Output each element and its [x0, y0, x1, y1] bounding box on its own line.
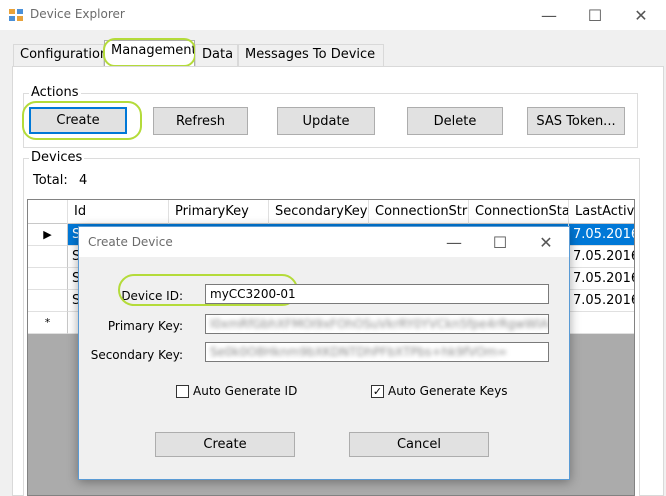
tab-data[interactable]: Data [195, 44, 238, 66]
primary-key-value: l0xmRfGbhXFMOI9xFOhOSuVkrRY0YVCkn5fpe4rR… [210, 317, 549, 331]
check-icon: ✓ [372, 385, 383, 398]
secondary-key-value: Se0k0O8Hknm9bXKDNTDhPFbXTPbs+hk9fVOm= [210, 345, 508, 359]
auto-generate-keys-checkbox[interactable]: ✓ [371, 385, 384, 398]
sas-token-button[interactable]: SAS Token... [527, 107, 625, 135]
dialog-maximize-button[interactable]: ☐ [477, 227, 523, 257]
delete-button[interactable]: Delete [407, 107, 503, 135]
column-header[interactable]: LastActivit [569, 200, 634, 224]
close-icon: ✕ [539, 232, 553, 252]
grid-corner[interactable] [28, 200, 68, 224]
tab-configuration[interactable]: Configuration [13, 44, 108, 66]
close-button[interactable]: ✕ [618, 0, 664, 30]
create-device-dialog: Create Device — ☐ ✕ Device ID: myCC3200-… [78, 226, 570, 480]
column-header[interactable]: PrimaryKey [169, 200, 269, 224]
cell-last-activity[interactable]: 7.05.2016 1 [569, 268, 634, 290]
column-header[interactable]: ConnectionStat [469, 200, 569, 224]
column-header[interactable]: Id [68, 200, 169, 224]
tab-messages-to-device[interactable]: Messages To Device [238, 44, 384, 66]
dialog-cancel-button[interactable]: Cancel [349, 432, 489, 457]
maximize-button[interactable]: ☐ [572, 0, 618, 30]
create-button-highlight [22, 101, 142, 140]
maximize-icon: ☐ [492, 232, 508, 252]
row-header[interactable] [28, 246, 68, 268]
window-title-bar[interactable]: Device Explorer — ☐ ✕ [0, 0, 666, 30]
auto-generate-id-checkbox[interactable] [176, 385, 189, 398]
row-header[interactable]: ▶ [28, 224, 68, 246]
window-title: Device Explorer [30, 7, 125, 21]
app-icon [9, 9, 23, 21]
dialog-title: Create Device [88, 235, 173, 249]
primary-key-field[interactable]: l0xmRfGbhXFMOI9xFOhOSuVkrRY0YVCkn5fpe4rR… [205, 314, 549, 334]
minimize-icon: — [541, 5, 557, 25]
maximize-icon: ☐ [587, 5, 603, 25]
close-icon: ✕ [634, 5, 648, 25]
total-count: 4 [79, 173, 88, 188]
row-header[interactable] [28, 268, 68, 290]
primary-key-label: Primary Key: [107, 319, 183, 333]
secondary-key-field[interactable]: Se0k0O8Hknm9bXKDNTDhPFbXTPbs+hk9fVOm= [205, 342, 549, 362]
row-header[interactable]: * [28, 312, 68, 334]
devices-group-label: Devices [29, 150, 85, 165]
update-button[interactable]: Update [277, 107, 375, 135]
auto-generate-keys-label[interactable]: Auto Generate Keys [388, 384, 508, 398]
dialog-create-button[interactable]: Create [155, 432, 295, 457]
secondary-key-label: Secondary Key: [90, 348, 183, 362]
row-header[interactable] [28, 290, 68, 312]
cell-last-activity[interactable]: 7.05.2016 1 [569, 224, 634, 246]
minimize-icon: — [446, 232, 462, 252]
minimize-button[interactable]: — [526, 0, 572, 30]
total-label: Total: [33, 173, 68, 188]
dialog-close-button[interactable]: ✕ [523, 227, 569, 257]
actions-group-label: Actions [29, 85, 81, 100]
cell-last-activity[interactable]: 7.05.2016 1 [569, 246, 634, 268]
device-id-field[interactable]: myCC3200-01 [205, 284, 549, 304]
column-header[interactable]: ConnectionStrin [369, 200, 469, 224]
dialog-minimize-button[interactable]: — [431, 227, 477, 257]
cell-last-activity[interactable]: 7.05.2016 1 [569, 290, 634, 312]
dialog-title-bar[interactable]: Create Device — ☐ ✕ [79, 227, 569, 257]
auto-generate-id-label[interactable]: Auto Generate ID [193, 384, 297, 398]
management-tab-highlight [103, 38, 196, 67]
column-header[interactable]: SecondaryKey [269, 200, 369, 224]
refresh-button[interactable]: Refresh [153, 107, 248, 135]
